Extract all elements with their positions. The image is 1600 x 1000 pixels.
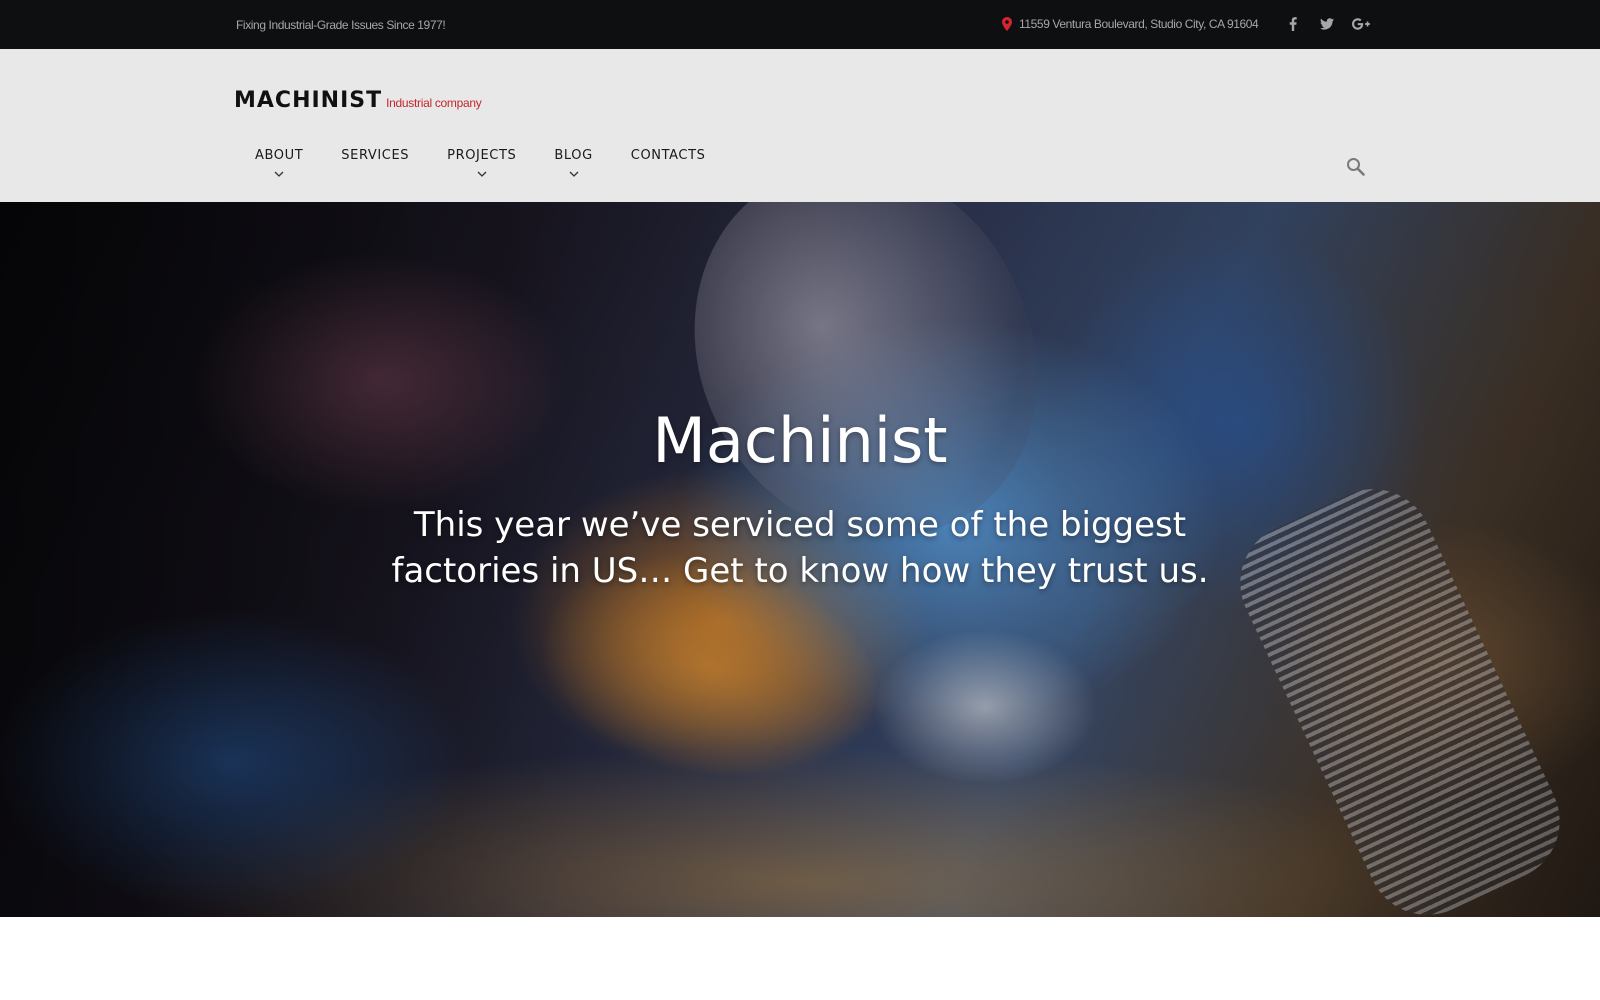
social-links [1282, 14, 1372, 34]
nav-item-about[interactable]: ABOUT [236, 145, 322, 195]
tagline: Fixing Industrial-Grade Issues Since 197… [236, 18, 446, 32]
nav-label: ABOUT [255, 148, 304, 163]
twitter-icon[interactable] [1316, 14, 1338, 34]
nav-item-projects[interactable]: PROJECTS [428, 145, 535, 195]
top-bar: Fixing Industrial-Grade Issues Since 197… [0, 0, 1600, 49]
hero-title: Machinist [652, 404, 948, 477]
map-pin-icon [1002, 17, 1012, 31]
address-text: 11559 Ventura Boulevard, Studio City, CA… [1019, 17, 1259, 31]
main-nav: ABOUT SERVICES PROJECTS BLOG CONTACTS [236, 145, 724, 195]
nav-item-services[interactable]: SERVICES [322, 145, 428, 195]
chevron-down-icon [477, 171, 487, 177]
hero-subtitle: This year we’ve serviced some of the big… [391, 505, 1209, 591]
nav-label: CONTACTS [630, 148, 706, 163]
hero-banner: Machinist This year we’ve serviced some … [0, 202, 1600, 917]
nav-label: SERVICES [341, 148, 410, 163]
search-icon[interactable] [1346, 157, 1366, 177]
logo[interactable]: MACHINIST Industrial company [234, 88, 482, 113]
nav-item-contacts[interactable]: CONTACTS [612, 145, 725, 195]
logo-name: MACHINIST [234, 88, 383, 113]
site-header: MACHINIST Industrial company ABOUT SERVI… [0, 49, 1600, 202]
chevron-down-icon [569, 171, 579, 177]
nav-label: BLOG [554, 148, 593, 163]
facebook-icon[interactable] [1282, 14, 1304, 34]
chevron-down-icon [274, 171, 284, 177]
logo-subtitle: Industrial company [386, 96, 482, 110]
google-plus-icon[interactable] [1350, 14, 1372, 34]
nav-label: PROJECTS [447, 148, 517, 163]
nav-item-blog[interactable]: BLOG [535, 145, 611, 195]
address: 11559 Ventura Boulevard, Studio City, CA… [1002, 17, 1259, 31]
